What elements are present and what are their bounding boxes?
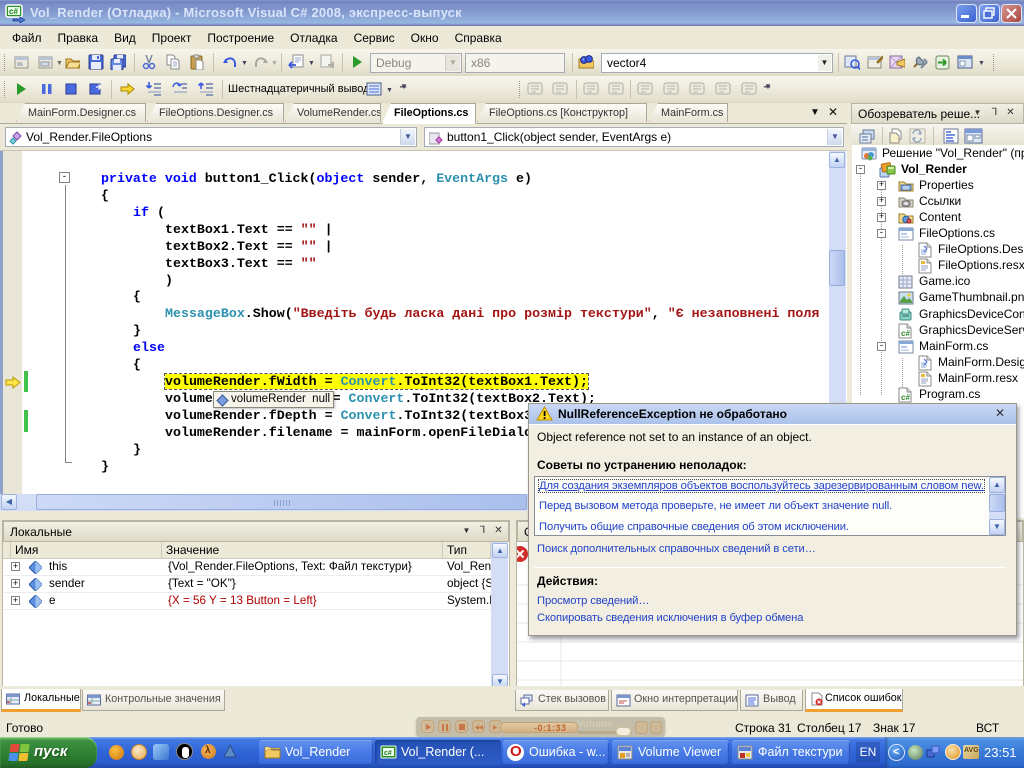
svg-text:c#: c# (901, 393, 910, 402)
svg-text:c#: c# (901, 329, 910, 338)
svg-text:c#: c# (384, 750, 392, 757)
svg-text:c#: c# (9, 7, 18, 16)
